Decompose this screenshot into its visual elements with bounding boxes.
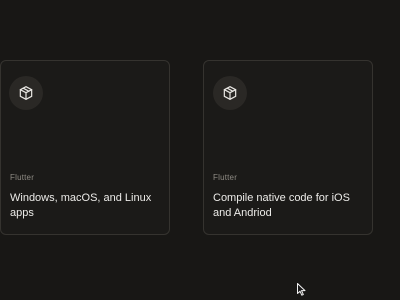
package-icon <box>9 76 43 110</box>
page-canvas: Flutter Windows, macOS, and Linux apps F… <box>0 0 400 300</box>
card-desktop-apps[interactable]: Flutter Windows, macOS, and Linux apps <box>0 60 170 235</box>
card-title: Windows, macOS, and Linux apps <box>10 192 152 219</box>
card-native-code[interactable]: Flutter Compile native code for iOS and … <box>203 60 373 235</box>
card-title: Compile native code for iOS and Andriod <box>213 192 350 219</box>
card-category: Flutter <box>10 173 35 182</box>
card-category: Flutter <box>213 173 238 182</box>
package-icon <box>213 76 247 110</box>
mouse-pointer-icon <box>297 283 306 300</box>
